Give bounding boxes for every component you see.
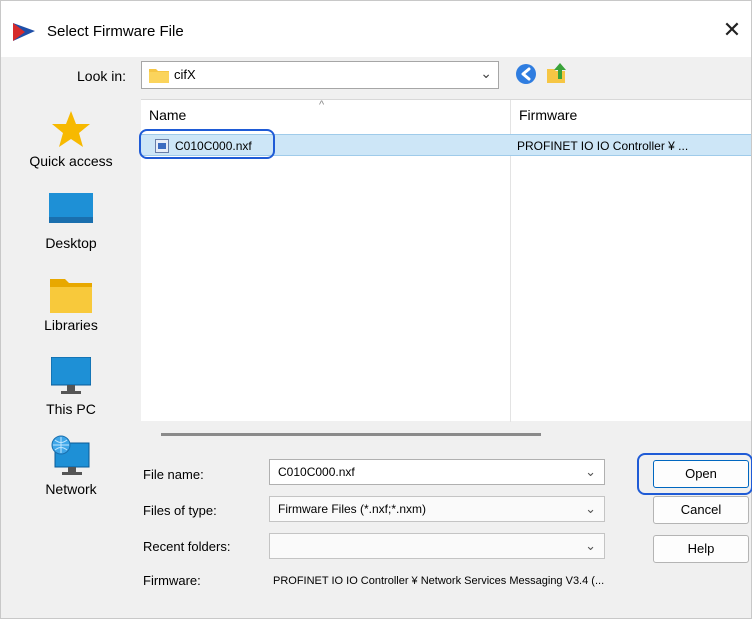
places-bar: Quick access Desktop Libraries This PC N… — [9, 101, 133, 506]
file-name-value: C010C000.nxf — [278, 465, 355, 479]
place-label: Desktop — [45, 235, 97, 251]
highlight-open-button — [637, 453, 752, 495]
file-type-label: Files of type: — [143, 503, 217, 518]
look-in-dropdown[interactable]: cifX ⌄ — [141, 61, 499, 89]
desktop-icon — [49, 193, 93, 223]
file-name-input[interactable]: C010C000.nxf ⌄ — [269, 459, 605, 485]
place-label: Quick access — [29, 153, 113, 169]
place-this-pc[interactable]: This PC — [9, 357, 133, 417]
file-type-value: Firmware Files (*.nxf;*.nxm) — [278, 502, 427, 516]
up-folder-icon[interactable] — [545, 61, 569, 85]
app-logo-icon — [13, 23, 35, 41]
column-header-firmware[interactable]: Firmware — [511, 100, 751, 130]
highlight-file-name — [139, 129, 275, 159]
place-network[interactable]: Network — [9, 435, 133, 497]
horizontal-scrollbar[interactable] — [161, 433, 541, 436]
place-quick-access[interactable]: Quick access — [9, 109, 133, 169]
monitor-icon — [51, 357, 91, 394]
chevron-down-icon: ⌄ — [585, 538, 596, 553]
folder-icon — [149, 69, 169, 83]
column-header-label: Firmware — [519, 107, 578, 123]
place-label: This PC — [46, 401, 96, 417]
cancel-button[interactable]: Cancel — [653, 496, 749, 524]
back-arrow-icon[interactable] — [515, 63, 537, 85]
chevron-down-icon: ⌄ — [585, 501, 596, 516]
place-desktop[interactable]: Desktop — [9, 193, 133, 251]
chevron-down-icon[interactable]: ⌄ — [585, 460, 596, 484]
help-button[interactable]: Help — [653, 535, 749, 563]
column-header-name[interactable]: Name ^ — [141, 99, 511, 130]
place-label: Libraries — [44, 317, 98, 333]
close-button[interactable]: ✕ — [717, 15, 747, 45]
place-label: Network — [45, 481, 97, 497]
column-divider — [510, 130, 511, 422]
column-header-label: Name — [149, 107, 187, 123]
title-bar: Select Firmware File ✕ — [1, 1, 751, 57]
chevron-down-icon: ⌄ — [480, 65, 492, 81]
window-title: Select Firmware File — [47, 23, 184, 40]
network-icon — [51, 435, 90, 475]
row-firmware-text: PROFINET IO IO Controller ¥ ... — [517, 139, 689, 153]
folder-icon — [50, 279, 92, 313]
look-in-label: Look in: — [77, 68, 127, 84]
recent-folders-select[interactable]: ⌄ — [269, 533, 605, 559]
select-firmware-dialog: Select Firmware File ✕ Look in: cifX ⌄ Q… — [0, 0, 752, 619]
firmware-value: PROFINET IO IO Controller ¥ Network Serv… — [273, 575, 605, 587]
place-libraries[interactable]: Libraries — [9, 277, 133, 333]
recent-folders-label: Recent folders: — [143, 539, 231, 554]
sort-ascending-icon: ^ — [319, 99, 325, 111]
file-type-select[interactable]: Firmware Files (*.nxf;*.nxm) ⌄ — [269, 496, 605, 522]
star-icon — [52, 111, 90, 147]
look-in-value: cifX — [174, 67, 196, 82]
firmware-label: Firmware: — [143, 573, 201, 588]
file-name-label: File name: — [143, 467, 204, 482]
